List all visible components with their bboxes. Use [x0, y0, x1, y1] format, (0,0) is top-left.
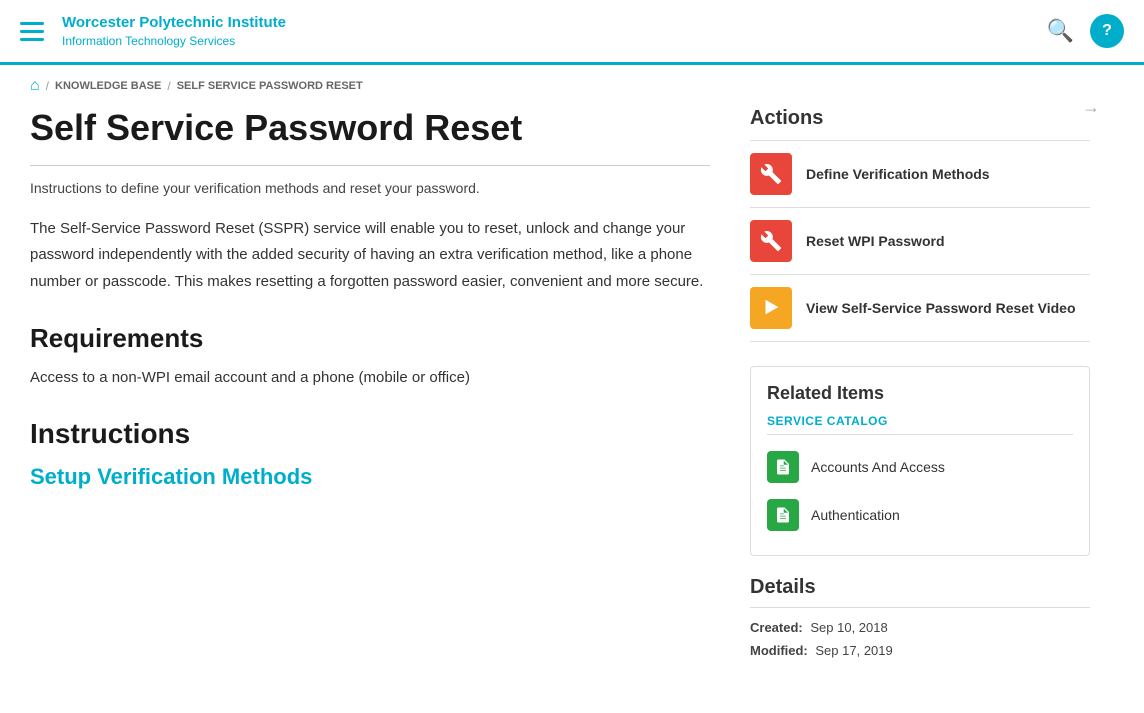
- requirements-text: Access to a non-WPI email account and a …: [30, 366, 710, 390]
- details-section: Details Created: Sep 10, 2018 Modified: …: [750, 576, 1090, 658]
- breadcrumb: ⌂ / KNOWLEDGE BASE / SELF SERVICE PASSWO…: [0, 65, 1144, 107]
- help-button[interactable]: ?: [1090, 14, 1124, 48]
- breadcrumb-sep-1: /: [46, 79, 49, 93]
- actions-section: Actions Define Verification Methods Rese…: [750, 107, 1090, 342]
- setup-verification-link[interactable]: Setup Verification Methods: [30, 464, 312, 489]
- related-icon-authentication: [767, 499, 799, 531]
- action-item-view-video[interactable]: View Self-Service Password Reset Video: [750, 275, 1090, 342]
- related-items-section: Related Items Service Catalog Accounts A…: [750, 366, 1090, 556]
- modified-label: Modified:: [750, 643, 808, 658]
- action-icon-define: [750, 153, 792, 195]
- related-label-accounts: Accounts And Access: [811, 459, 945, 475]
- related-label-authentication: Authentication: [811, 507, 900, 523]
- sidebar-collapse-toggle[interactable]: →: [1082, 97, 1100, 118]
- action-icon-reset: [750, 220, 792, 262]
- search-button[interactable]: 🔍: [1047, 20, 1074, 42]
- action-item-define-verification[interactable]: Define Verification Methods: [750, 140, 1090, 208]
- breadcrumb-current: SELF SERVICE PASSWORD RESET: [177, 80, 363, 92]
- org-name: Worcester Polytechnic Institute: [62, 13, 286, 33]
- requirements-heading: Requirements: [30, 323, 710, 354]
- action-label-reset: Reset WPI Password: [806, 233, 945, 249]
- site-header: Worcester Polytechnic Institute Informat…: [0, 0, 1144, 65]
- article-body: The Self-Service Password Reset (SSPR) s…: [30, 216, 710, 295]
- actions-title: Actions: [750, 107, 1090, 130]
- action-item-reset-password[interactable]: Reset WPI Password: [750, 208, 1090, 275]
- instructions-heading: Instructions: [30, 418, 710, 450]
- article-content: Self Service Password Reset Instructions…: [30, 107, 710, 666]
- related-item-authentication[interactable]: Authentication: [767, 491, 1073, 539]
- article-intro: Instructions to define your verification…: [30, 180, 710, 196]
- org-subtitle: Information Technology Services: [62, 33, 286, 49]
- breadcrumb-knowledge-base[interactable]: KNOWLEDGE BASE: [55, 80, 161, 92]
- document-icon-1: [774, 458, 792, 476]
- related-item-accounts[interactable]: Accounts And Access: [767, 443, 1073, 491]
- logo[interactable]: Worcester Polytechnic Institute Informat…: [62, 13, 286, 49]
- modified-row: Modified: Sep 17, 2019: [750, 643, 1090, 658]
- title-divider: [30, 165, 710, 166]
- modified-value: Sep 17, 2019: [815, 643, 892, 658]
- sidebar: → Actions Define Verification Methods: [750, 107, 1090, 666]
- action-label-define: Define Verification Methods: [806, 166, 990, 182]
- details-title: Details: [750, 576, 1090, 608]
- breadcrumb-sep-2: /: [167, 79, 170, 93]
- play-arrow-icon: [760, 297, 782, 319]
- hamburger-menu[interactable]: [20, 22, 44, 41]
- article-title: Self Service Password Reset: [30, 107, 710, 149]
- action-label-video: View Self-Service Password Reset Video: [806, 300, 1076, 316]
- document-icon-2: [774, 506, 792, 524]
- created-label: Created:: [750, 620, 803, 635]
- wrench-icon-2: [760, 230, 782, 252]
- created-value: Sep 10, 2018: [810, 620, 887, 635]
- action-icon-video: [750, 287, 792, 329]
- related-icon-accounts: [767, 451, 799, 483]
- created-row: Created: Sep 10, 2018: [750, 620, 1090, 635]
- related-items-title: Related Items: [767, 383, 1073, 404]
- breadcrumb-home[interactable]: ⌂: [30, 77, 40, 95]
- wrench-icon-1: [760, 163, 782, 185]
- related-category: Service Catalog: [767, 414, 1073, 435]
